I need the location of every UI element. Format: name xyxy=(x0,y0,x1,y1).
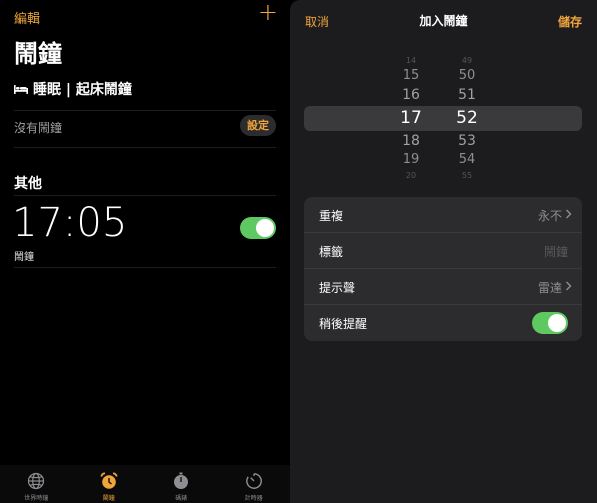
label-row[interactable]: 標籤 鬧鐘 xyxy=(304,233,582,269)
globe-icon xyxy=(28,472,45,490)
label-field[interactable]: 鬧鐘 xyxy=(544,243,568,260)
other-section-header: 其他 xyxy=(14,176,42,192)
minute-option[interactable]: 54 xyxy=(447,152,487,167)
save-button[interactable]: 儲存 xyxy=(558,13,582,30)
hour-option[interactable]: 19 xyxy=(391,152,431,167)
sleep-section-header: 睡眠 | 起床鬧鐘 xyxy=(14,79,132,99)
minute-option[interactable]: 55 xyxy=(447,171,487,179)
tab-bar: 世界時鐘 鬧鐘 碼錶 計時器 xyxy=(0,465,290,503)
tab-timer[interactable]: 計時器 xyxy=(218,465,291,503)
snooze-row: 稍後提醒 xyxy=(304,305,582,341)
tab-label: 碼錶 xyxy=(175,495,188,502)
hour-option[interactable]: 16 xyxy=(391,87,431,103)
minute-option[interactable]: 51 xyxy=(447,87,487,103)
time-picker[interactable]: 14 15 16 17 18 19 20 49 50 51 52 53 54 5… xyxy=(304,56,582,182)
chevron-right-icon xyxy=(566,281,572,291)
selected-hour[interactable]: 17 xyxy=(391,108,431,128)
sheet-title: 加入鬧鐘 xyxy=(419,14,468,28)
alarm-clock-icon xyxy=(100,472,118,489)
tab-label: 世界時鐘 xyxy=(24,495,49,502)
set-sleep-button[interactable]: 設定 xyxy=(240,115,276,136)
toggle-knob xyxy=(256,219,274,237)
minute-option[interactable]: 53 xyxy=(447,133,487,149)
minute-option[interactable]: 50 xyxy=(447,68,487,83)
bed-icon xyxy=(14,85,28,94)
minute-option[interactable]: 49 xyxy=(447,56,487,66)
hour-option[interactable]: 14 xyxy=(391,56,431,66)
page-title: 鬧鐘 xyxy=(14,40,62,68)
stopwatch-icon xyxy=(174,472,189,489)
alarm-list-panel: 編輯 + 鬧鐘 睡眠 | 起床鬧鐘 沒有鬧鐘 設定 其他 17:05 鬧鐘 世界… xyxy=(0,0,290,503)
alarm-row[interactable]: 17:05 鬧鐘 xyxy=(12,195,276,268)
tab-label: 計時器 xyxy=(244,495,263,502)
sleep-alarm-row: 沒有鬧鐘 設定 xyxy=(14,110,276,148)
add-alarm-sheet: 取消 加入鬧鐘 儲存 14 15 16 17 18 19 20 49 50 51… xyxy=(290,0,597,503)
snooze-label: 稍後提醒 xyxy=(319,317,368,331)
toggle-knob xyxy=(548,314,566,332)
picker-selection-band xyxy=(304,106,582,131)
hour-option[interactable]: 15 xyxy=(391,68,431,83)
repeat-value: 永不 xyxy=(537,209,562,223)
top-bar: 編輯 + xyxy=(14,0,278,27)
edit-button[interactable]: 編輯 xyxy=(14,8,40,27)
timer-icon xyxy=(245,473,262,489)
no-alarm-text: 沒有鬧鐘 xyxy=(14,121,63,135)
tab-world-clock[interactable]: 世界時鐘 xyxy=(0,465,73,503)
repeat-label: 重複 xyxy=(319,209,344,223)
sleep-section-title: 睡眠 | 起床鬧鐘 xyxy=(33,82,132,98)
sound-label: 提示聲 xyxy=(319,281,356,295)
chevron-right-icon xyxy=(566,209,572,219)
tab-stopwatch[interactable]: 碼錶 xyxy=(145,465,218,503)
hour-option[interactable]: 18 xyxy=(391,133,431,149)
sound-row[interactable]: 提示聲 雷達 xyxy=(304,269,582,305)
alarm-time: 17:05 xyxy=(12,200,128,246)
snooze-toggle[interactable] xyxy=(532,312,568,334)
alarm-label: 鬧鐘 xyxy=(14,252,34,263)
sheet-header: 取消 加入鬧鐘 儲存 xyxy=(290,12,597,30)
tab-label: 鬧鐘 xyxy=(102,495,115,502)
tab-alarm[interactable]: 鬧鐘 xyxy=(73,465,146,503)
alarm-toggle[interactable] xyxy=(240,217,276,239)
label-label: 標籤 xyxy=(319,245,344,259)
repeat-row[interactable]: 重複 永不 xyxy=(304,197,582,233)
selected-minute[interactable]: 52 xyxy=(447,108,487,128)
add-alarm-button[interactable]: + xyxy=(258,0,278,24)
sound-value: 雷達 xyxy=(537,281,562,295)
alarm-settings-group: 重複 永不 標籤 鬧鐘 提示聲 雷達 稍後提醒 xyxy=(304,197,582,341)
hour-option[interactable]: 20 xyxy=(391,171,431,179)
